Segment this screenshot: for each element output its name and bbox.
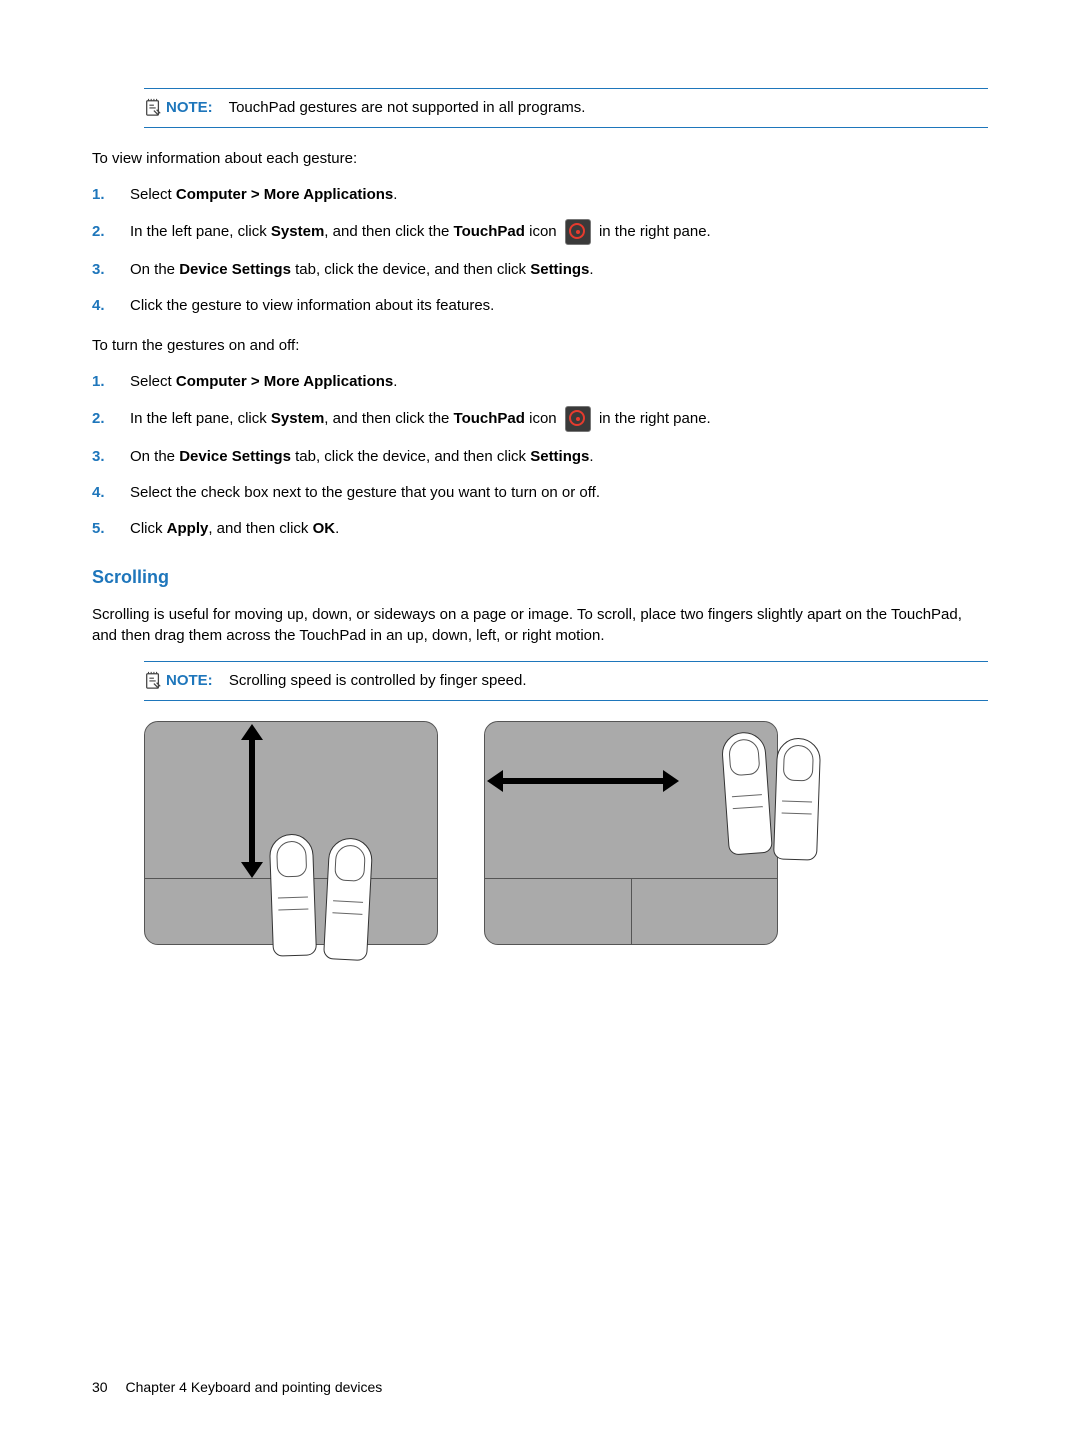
step-number: 1.: [92, 371, 110, 393]
step-text: Select Computer > More Applications.: [130, 371, 988, 393]
arrow-horizontal-icon: [499, 778, 667, 784]
note-label: NOTE:: [166, 672, 213, 689]
step-number: 2.: [92, 221, 110, 243]
steps-toggle-gestures: 1. Select Computer > More Applications. …: [92, 371, 988, 540]
step-number: 1.: [92, 184, 110, 206]
touchpad-icon: [565, 406, 591, 432]
step-item: 3. On the Device Settings tab, click the…: [92, 446, 988, 468]
step-number: 2.: [92, 408, 110, 430]
step-item: 1. Select Computer > More Applications.: [92, 371, 988, 393]
step-number: 3.: [92, 259, 110, 281]
page-footer: 30 Chapter 4 Keyboard and pointing devic…: [92, 1377, 382, 1397]
step-text: Click Apply, and then click OK.: [130, 518, 988, 540]
step-text: On the Device Settings tab, click the de…: [130, 259, 988, 281]
step-text: Click the gesture to view information ab…: [130, 295, 988, 317]
finger-icon: [773, 737, 821, 860]
note-label: NOTE:: [166, 99, 213, 116]
step-text: Select Computer > More Applications.: [130, 184, 988, 206]
step-item: 1. Select Computer > More Applications.: [92, 184, 988, 206]
page-number: 30: [92, 1379, 108, 1395]
step-number: 5.: [92, 518, 110, 540]
intro-toggle-gestures: To turn the gestures on and off:: [92, 335, 988, 357]
touchpad-icon: [565, 219, 591, 245]
finger-icon: [323, 837, 373, 961]
arrow-vertical-icon: [249, 736, 255, 866]
scrolling-illustrations: [144, 721, 988, 945]
finger-icon: [720, 731, 772, 856]
scrolling-description: Scrolling is useful for moving up, down,…: [92, 604, 988, 648]
illustration-horizontal-scroll: [484, 721, 778, 945]
step-item: 4. Select the check box next to the gest…: [92, 482, 988, 504]
note-text: Scrolling speed is controlled by finger …: [229, 672, 527, 689]
step-item: 5. Click Apply, and then click OK.: [92, 518, 988, 540]
step-number: 3.: [92, 446, 110, 468]
step-text: In the left pane, click System, and then…: [130, 219, 988, 245]
note-gestures-support: NOTE: TouchPad gestures are not supporte…: [144, 88, 988, 128]
heading-scrolling: Scrolling: [92, 564, 988, 590]
note-icon: [144, 97, 162, 117]
intro-view-gestures: To view information about each gesture:: [92, 148, 988, 170]
illustration-vertical-scroll: [144, 721, 438, 945]
finger-icon: [269, 833, 317, 956]
steps-view-info: 1. Select Computer > More Applications. …: [92, 184, 988, 317]
note-text: TouchPad gestures are not supported in a…: [229, 99, 586, 116]
step-number: 4.: [92, 295, 110, 317]
step-item: 2. In the left pane, click System, and t…: [92, 406, 988, 432]
step-text: On the Device Settings tab, click the de…: [130, 446, 988, 468]
step-item: 4. Click the gesture to view information…: [92, 295, 988, 317]
note-icon: [144, 670, 162, 690]
step-text: In the left pane, click System, and then…: [130, 406, 988, 432]
step-item: 2. In the left pane, click System, and t…: [92, 219, 988, 245]
step-text: Select the check box next to the gesture…: [130, 482, 988, 504]
step-item: 3. On the Device Settings tab, click the…: [92, 259, 988, 281]
chapter-title: Chapter 4 Keyboard and pointing devices: [125, 1379, 382, 1395]
step-number: 4.: [92, 482, 110, 504]
note-scroll-speed: NOTE: Scrolling speed is controlled by f…: [144, 661, 988, 701]
